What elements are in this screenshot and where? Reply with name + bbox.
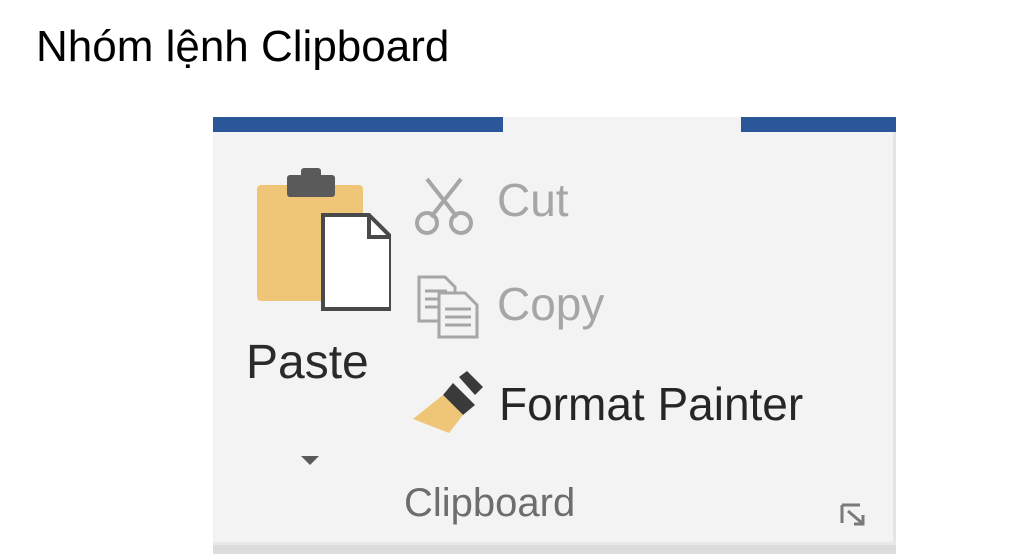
cut-label: Cut [497,174,569,226]
paste-label: Paste [246,336,369,389]
group-separator [893,132,896,552]
cut-button[interactable]: Cut [413,165,633,235]
scissors-icon [415,177,473,235]
paste-dropdown-arrow-icon[interactable] [299,453,321,467]
copy-icon [417,275,479,339]
tab-accent-left [213,117,503,132]
clipboard-paste-icon [257,168,391,311]
clipboard-ribbon-group: Paste Cut Copy Format Painter Clipboard [213,117,896,554]
dialog-launcher-icon[interactable] [838,501,868,527]
copy-label: Copy [497,278,605,330]
copy-button[interactable]: Copy [413,269,673,339]
paintbrush-icon [413,371,483,433]
paste-button[interactable]: Paste [241,157,391,465]
ribbon-bottom-border [213,545,896,554]
format-painter-button[interactable]: Format Painter [409,369,869,439]
format-painter-label: Format Painter [499,378,804,430]
slide-title: Nhóm lệnh Clipboard [36,22,450,71]
tab-accent-right [741,117,896,132]
group-label: Clipboard [404,481,576,525]
